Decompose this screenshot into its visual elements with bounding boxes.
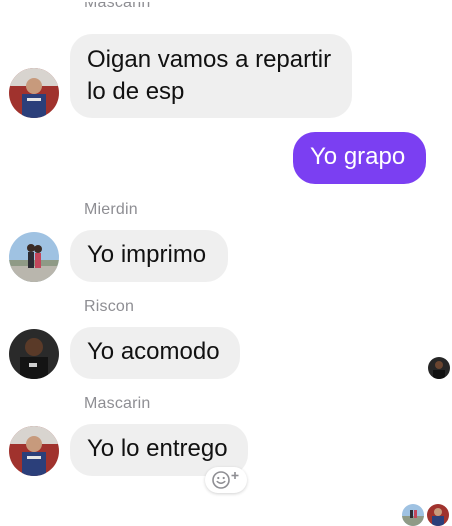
sender-name-mierdin: Mierdin	[84, 201, 138, 218]
avatar-photo-icon	[9, 232, 59, 282]
sender-name-mascarin-top: Mascarin	[84, 0, 151, 11]
read-receipt-icon	[402, 504, 424, 526]
read-receipt-avatar-riscon	[428, 357, 450, 379]
sender-name-mascarin: Mascarin	[84, 395, 151, 412]
avatar-mascarin[interactable]	[9, 68, 59, 118]
read-receipt-icon	[428, 357, 450, 379]
avatar-photo-icon	[9, 426, 59, 476]
avatar-mierdin[interactable]	[9, 232, 59, 282]
message-bubble-outgoing[interactable]: Yo grapo	[293, 132, 426, 184]
message-bubble-incoming[interactable]: Oigan vamos a repartir lo de esp	[70, 34, 352, 118]
avatar-riscon[interactable]	[9, 329, 59, 379]
add-reaction-icon	[212, 471, 239, 489]
read-receipt-avatar-mascarin	[427, 504, 449, 526]
message-bubble-incoming[interactable]: Yo imprimo	[70, 230, 228, 282]
avatar-photo-icon	[9, 68, 59, 118]
read-receipt-avatar-mierdin	[402, 504, 424, 526]
sender-name-riscon: Riscon	[84, 298, 135, 315]
avatar-photo-icon	[9, 329, 59, 379]
message-bubble-incoming[interactable]: Yo acomodo	[70, 327, 240, 379]
read-receipt-icon	[427, 504, 449, 526]
avatar-mascarin[interactable]	[9, 426, 59, 476]
message-text-line: lo de esp	[87, 78, 185, 105]
message-text-line: Oigan vamos a repartir	[87, 46, 332, 73]
add-reaction-button[interactable]	[205, 467, 247, 493]
